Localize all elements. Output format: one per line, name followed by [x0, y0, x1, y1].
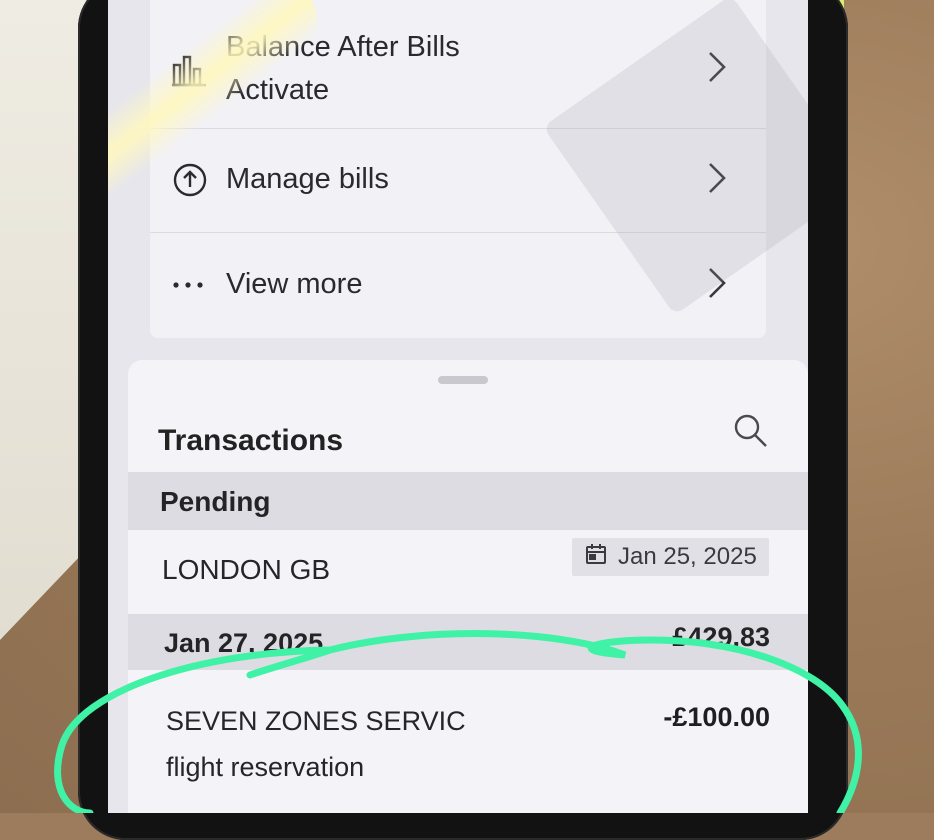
date-chip: Jan 25, 2025 [572, 538, 769, 576]
pending-section-header: Pending [128, 472, 808, 530]
search-icon[interactable] [732, 412, 770, 455]
more-dots-icon [168, 263, 212, 307]
transaction-row[interactable]: SEVEN ZONES SERVIC flight reservation -£… [128, 670, 808, 800]
date-group-header: Jan 27, 2025 £429.83 [128, 614, 808, 670]
transactions-title: Transactions [158, 424, 344, 457]
transaction-description: flight reservation [166, 752, 365, 782]
phone-screen: Balance After Bills Activate Manage bill… [108, 0, 808, 813]
menu-item-label: View more [226, 268, 363, 301]
transactions-sheet: Transactions Pending LONDON GB Jan 25, 2… [128, 360, 808, 813]
sheet-drag-handle[interactable] [438, 376, 488, 384]
calendar-icon [584, 542, 608, 573]
merchant-name: SEVEN ZONES SERVIC [166, 706, 466, 736]
group-date: Jan 27, 2025 [164, 628, 324, 658]
transaction-date: Jan 25, 2025 [618, 543, 757, 570]
upload-circle-icon [168, 158, 212, 202]
merchant-name: LONDON GB [162, 554, 331, 585]
group-balance: £429.83 [672, 622, 770, 652]
transaction-row-pending[interactable]: LONDON GB Jan 25, 2025 [128, 530, 808, 614]
transaction-amount: -£100.00 [663, 702, 770, 732]
pending-label: Pending [160, 486, 271, 517]
menu-item-label: Manage bills [226, 163, 389, 196]
